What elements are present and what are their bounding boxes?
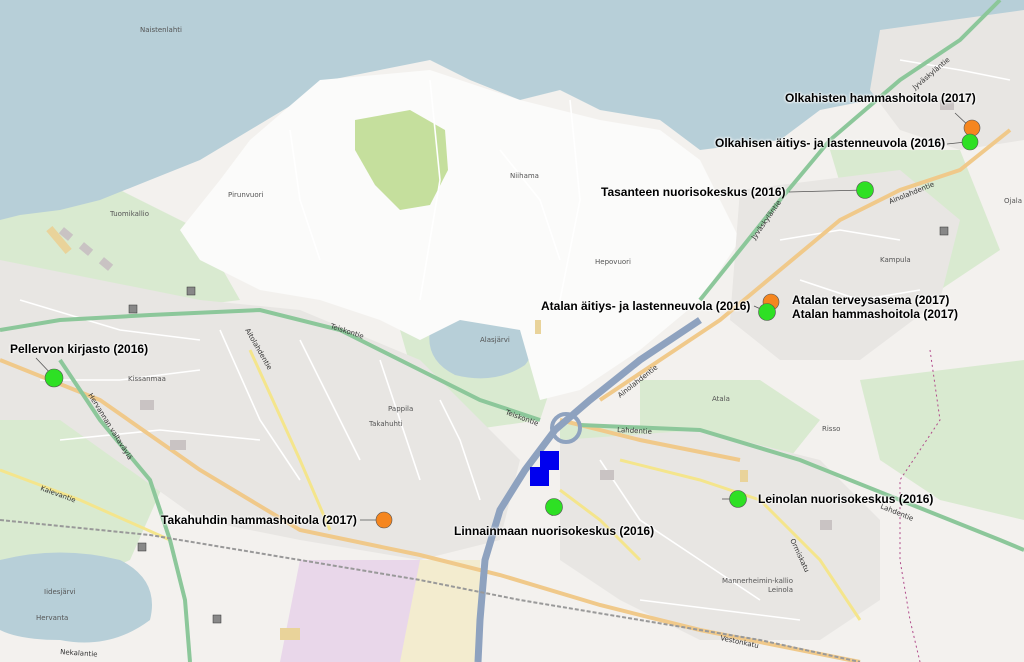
- place-label-atala: Atala: [712, 395, 730, 403]
- marker-linnainmaan-nuorisokeskus[interactable]: [545, 498, 563, 516]
- service-label-olkahisen-neuvola: Olkahisen äitiys- ja lastenneuvola (2016…: [715, 136, 946, 150]
- service-label-olkahisten-hammashoitola: Olkahisten hammashoitola (2017): [785, 91, 976, 105]
- place-label-hepovuori: Hepovuori: [595, 258, 631, 266]
- place-label-iidesjarvi: Iidesjärvi: [44, 588, 76, 596]
- marker-atalan-neuvola[interactable]: [758, 303, 776, 321]
- place-label-hervanta: Hervanta: [36, 614, 68, 622]
- marker-takahuhdin-hammashoitola[interactable]: [375, 511, 393, 529]
- service-label-atalan-hammashoitola: Atalan hammashoitola (2017): [792, 307, 959, 321]
- place-label-pirunvuori: Pirunvuori: [228, 191, 264, 199]
- marker-tasanteen-nuorisokeskus[interactable]: [856, 181, 874, 199]
- place-label-alasjarvi: Alasjärvi: [480, 336, 510, 344]
- map-canvas[interactable]: Naistenlahti Pirunvuori Tuomikallio Niih…: [0, 0, 1024, 662]
- service-label-tasanteen-nuorisokeskus: Tasanteen nuorisokeskus (2016): [601, 185, 786, 199]
- service-label-atalan-neuvola: Atalan äitiys- ja lastenneuvola (2016): [541, 299, 751, 313]
- place-label-naistenlahti: Naistenlahti: [140, 26, 182, 34]
- service-label-pellervon-kirjasto: Pellervon kirjasto (2016): [10, 342, 149, 356]
- place-label-mannerheiminkallio: Mannerheimin-kallio: [722, 577, 793, 585]
- place-label-leinola: Leinola: [768, 586, 793, 594]
- marker-pellervon-kirjasto[interactable]: [44, 368, 64, 388]
- service-label-leinolan-nuorisokeskus: Leinolan nuorisokeskus (2016): [758, 492, 934, 506]
- place-label-niihama: Niihama: [510, 172, 539, 180]
- place-label-kissanmaa: Kissanmaa: [128, 375, 166, 383]
- marker-olkahisten-hammashoitola[interactable]: [963, 119, 981, 137]
- place-label-risso: Risso: [822, 425, 840, 433]
- lake-iidesjarvi: [0, 552, 152, 643]
- place-label-ojala: Ojala: [1004, 197, 1022, 205]
- service-label-takahuhdin-hammashoitola: Takahuhdin hammashoitola (2017): [161, 513, 357, 527]
- marker-olkahisen-neuvola[interactable]: [961, 133, 979, 151]
- marker-leinolan-nuorisokeskus[interactable]: [729, 490, 747, 508]
- service-label-linnainmaan-nuorisokeskus: Linnainmaan nuorisokeskus (2016): [454, 524, 655, 538]
- place-label-kampula: Kampula: [880, 256, 911, 264]
- place-label-tuomikallio: Tuomikallio: [109, 210, 149, 218]
- place-label-takahuhti: Takahuhti: [368, 420, 403, 428]
- service-label-atalan-terveysasema: Atalan terveysasema (2017): [792, 293, 950, 307]
- place-label-pappila: Pappila: [388, 405, 413, 413]
